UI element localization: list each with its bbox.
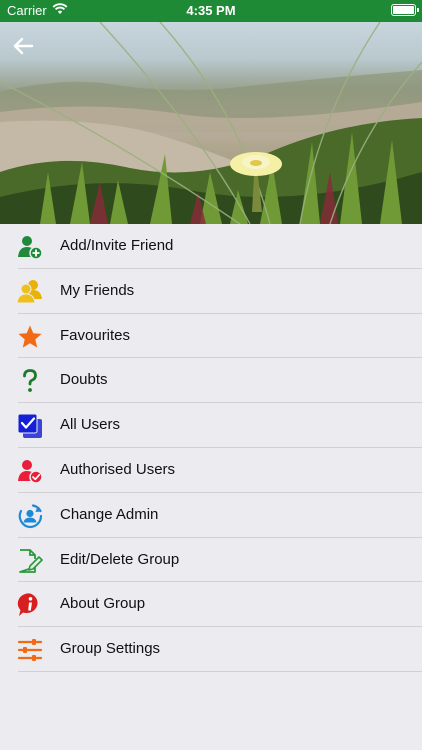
status-bar: Carrier 4:35 PM <box>0 0 422 22</box>
question-icon <box>17 368 43 394</box>
admin-switch-icon <box>17 503 43 529</box>
menu-item-label: Authorised Users <box>60 460 176 478</box>
menu-item-label: Doubts <box>60 371 108 389</box>
menu-item-label: Favourites <box>60 326 131 344</box>
group-menu: Add/Invite Friend My Friends Favourites <box>0 224 422 672</box>
menu-item-add-invite-friend[interactable]: Add/Invite Friend <box>0 224 422 269</box>
add-user-icon <box>17 234 43 260</box>
menu-item-edit-delete-group[interactable]: Edit/Delete Group <box>0 538 422 583</box>
menu-item-label: Add/Invite Friend <box>60 237 174 254</box>
menu-item-label: Edit/Delete Group <box>60 550 180 568</box>
star-icon <box>17 324 43 350</box>
menu-item-my-friends[interactable]: My Friends <box>0 269 422 314</box>
group-cover-image <box>0 22 422 224</box>
battery-icon <box>391 4 419 16</box>
friends-icon <box>17 279 43 305</box>
menu-item-about-group[interactable]: About Group <box>0 582 422 627</box>
menu-item-label: All Users <box>60 416 121 434</box>
info-icon <box>17 592 43 618</box>
menu-item-label: About Group <box>60 595 146 613</box>
checkbox-stack-icon <box>17 413 43 439</box>
menu-item-authorised-users[interactable]: Authorised Users <box>0 448 422 493</box>
sliders-icon <box>17 637 43 663</box>
menu-item-group-settings[interactable]: Group Settings <box>0 627 422 672</box>
menu-item-doubts[interactable]: Doubts <box>0 358 422 403</box>
menu-item-label: My Friends <box>60 281 135 299</box>
menu-item-change-admin[interactable]: Change Admin <box>0 493 422 538</box>
menu-item-favourites[interactable]: Favourites <box>0 314 422 359</box>
back-arrow-icon[interactable] <box>12 36 42 56</box>
edit-document-icon <box>17 548 43 574</box>
clock: 4:35 PM <box>186 3 236 18</box>
menu-item-label: Group Settings <box>60 640 161 658</box>
menu-item-all-users[interactable]: All Users <box>0 403 422 448</box>
verified-user-icon <box>17 458 43 484</box>
menu-item-label: Change Admin <box>60 505 159 523</box>
